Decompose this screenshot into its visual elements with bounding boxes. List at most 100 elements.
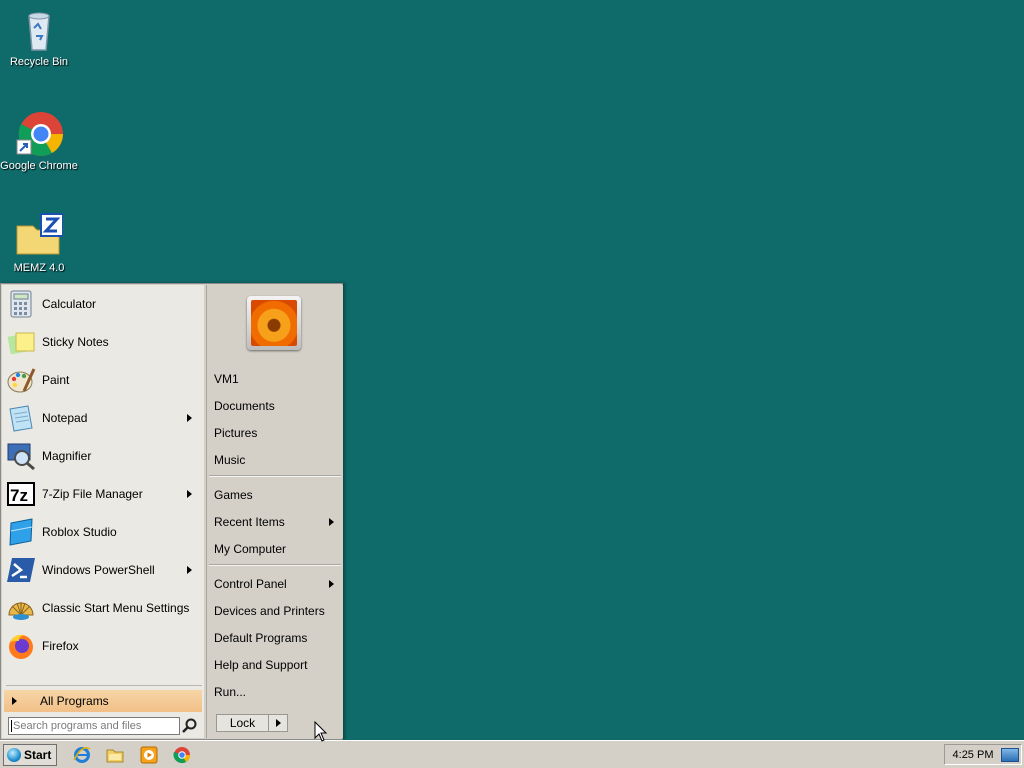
place-label: Documents bbox=[214, 399, 275, 413]
start-button[interactable]: Start bbox=[3, 744, 57, 766]
firefox-icon bbox=[6, 631, 36, 661]
search-icon[interactable] bbox=[181, 717, 199, 735]
place-label: Games bbox=[214, 488, 253, 502]
submenu-arrow-icon bbox=[187, 566, 192, 574]
program-paint[interactable]: Paint bbox=[4, 362, 202, 398]
clock[interactable]: 4:25 PM bbox=[945, 749, 1001, 761]
menu-separator bbox=[209, 564, 341, 566]
place-label: Devices and Printers bbox=[214, 604, 325, 618]
program-classic-start-menu-settings[interactable]: Classic Start Menu Settings bbox=[4, 590, 202, 626]
program-label: Magnifier bbox=[42, 449, 92, 463]
flower-avatar-icon bbox=[251, 300, 297, 346]
calculator-icon bbox=[6, 289, 36, 319]
place-label: Default Programs bbox=[214, 631, 308, 645]
menu-separator bbox=[6, 685, 202, 686]
program-powershell[interactable]: Windows PowerShell bbox=[4, 552, 202, 588]
desktop-icon-recycle-bin[interactable]: Recycle Bin bbox=[0, 6, 78, 68]
chevron-right-icon bbox=[275, 719, 281, 727]
place-run[interactable]: Run... bbox=[214, 681, 340, 703]
internet-explorer-icon[interactable] bbox=[73, 746, 91, 764]
search-placeholder: Search programs and files bbox=[13, 720, 142, 732]
program-firefox[interactable]: Firefox bbox=[4, 628, 202, 664]
chrome-icon bbox=[15, 110, 63, 158]
submenu-arrow-icon bbox=[329, 518, 334, 526]
program-label: Paint bbox=[42, 373, 70, 387]
system-tray: 4:25 PM bbox=[944, 744, 1022, 765]
place-label: My Computer bbox=[214, 542, 287, 556]
start-menu-places-pane: VM1 Documents Pictures Music Games Recen… bbox=[206, 285, 343, 738]
program-calculator[interactable]: Calculator bbox=[4, 286, 202, 322]
place-label: Music bbox=[214, 453, 246, 467]
place-label: Control Panel bbox=[214, 577, 287, 591]
place-my-computer[interactable]: My Computer bbox=[214, 538, 340, 560]
paint-icon bbox=[6, 365, 36, 395]
place-control-panel[interactable]: Control Panel bbox=[214, 573, 340, 595]
place-pictures[interactable]: Pictures bbox=[214, 422, 340, 444]
taskbar: Start 4:25 PM bbox=[0, 740, 1024, 768]
sticky-notes-icon bbox=[6, 327, 36, 357]
roblox-studio-icon bbox=[6, 517, 36, 547]
place-documents[interactable]: Documents bbox=[214, 395, 340, 417]
place-label: Recent Items bbox=[214, 515, 285, 529]
zip-folder-icon bbox=[15, 212, 64, 260]
desktop-icon-label: Recycle Bin bbox=[9, 56, 69, 68]
program-magnifier[interactable]: Magnifier bbox=[4, 438, 202, 474]
place-label: Pictures bbox=[214, 426, 258, 440]
text-caret bbox=[11, 720, 12, 732]
all-programs-label: All Programs bbox=[40, 694, 109, 708]
place-default-programs[interactable]: Default Programs bbox=[214, 627, 340, 649]
chrome-icon[interactable] bbox=[173, 746, 191, 764]
desktop-icon-chrome[interactable]: Google Chrome bbox=[0, 110, 78, 172]
desktop-icon-label: MEMZ 4.0 bbox=[13, 262, 65, 274]
place-help-and-support[interactable]: Help and Support bbox=[214, 654, 340, 676]
place-devices-and-printers[interactable]: Devices and Printers bbox=[214, 600, 340, 622]
menu-separator bbox=[209, 475, 341, 477]
notepad-icon bbox=[6, 403, 36, 433]
program-7zip[interactable]: 7z 7-Zip File Manager bbox=[4, 476, 202, 512]
start-menu-programs-pane: Calculator Sticky Notes Paint Notepad Ma… bbox=[2, 285, 204, 738]
classic-shell-icon bbox=[6, 593, 36, 623]
program-label: Calculator bbox=[42, 297, 97, 311]
expand-arrow-icon bbox=[12, 697, 17, 705]
show-desktop-icon[interactable] bbox=[1001, 747, 1019, 762]
start-menu: Calculator Sticky Notes Paint Notepad Ma… bbox=[0, 283, 343, 740]
submenu-arrow-icon bbox=[329, 580, 334, 588]
place-recent-items[interactable]: Recent Items bbox=[214, 511, 340, 533]
place-games[interactable]: Games bbox=[214, 484, 340, 506]
lock-label: Lock bbox=[229, 716, 256, 730]
magnifier-icon bbox=[6, 441, 36, 471]
program-roblox-studio[interactable]: Roblox Studio bbox=[4, 514, 202, 550]
program-label: Windows PowerShell bbox=[42, 563, 155, 577]
program-label: Sticky Notes bbox=[42, 335, 109, 349]
program-label: Classic Start Menu Settings bbox=[42, 601, 190, 615]
submenu-arrow-icon bbox=[187, 414, 192, 422]
program-label: Firefox bbox=[42, 639, 79, 653]
desktop-icon-label: Google Chrome bbox=[0, 160, 78, 172]
search-input[interactable]: Search programs and files bbox=[8, 717, 180, 735]
all-programs-button[interactable]: All Programs bbox=[4, 690, 202, 712]
place-label: Run... bbox=[214, 685, 247, 699]
program-sticky-notes[interactable]: Sticky Notes bbox=[4, 324, 202, 360]
lock-button[interactable]: Lock bbox=[216, 714, 268, 732]
submenu-arrow-icon bbox=[187, 490, 192, 498]
mouse-cursor-icon bbox=[314, 720, 328, 743]
powershell-icon bbox=[6, 555, 36, 585]
place-music[interactable]: Music bbox=[214, 449, 340, 471]
recycle-bin-icon bbox=[15, 6, 63, 54]
7zip-icon: 7z bbox=[6, 479, 36, 509]
start-orb-icon bbox=[7, 748, 21, 762]
start-label: Start bbox=[24, 748, 52, 762]
place-label: Help and Support bbox=[214, 658, 308, 672]
user-picture[interactable] bbox=[247, 296, 301, 350]
program-notepad[interactable]: Notepad bbox=[4, 400, 202, 436]
program-label: Roblox Studio bbox=[42, 525, 117, 539]
file-explorer-icon[interactable] bbox=[106, 746, 124, 764]
media-player-icon[interactable] bbox=[140, 746, 158, 764]
program-label: Notepad bbox=[42, 411, 88, 425]
shutdown-options-button[interactable] bbox=[268, 714, 288, 732]
desktop-icon-memz[interactable]: MEMZ 4.0 bbox=[0, 212, 78, 274]
place-vm1[interactable]: VM1 bbox=[214, 368, 340, 390]
program-label: 7-Zip File Manager bbox=[42, 487, 143, 501]
svg-text:7z: 7z bbox=[10, 486, 28, 505]
place-label: VM1 bbox=[214, 372, 239, 386]
